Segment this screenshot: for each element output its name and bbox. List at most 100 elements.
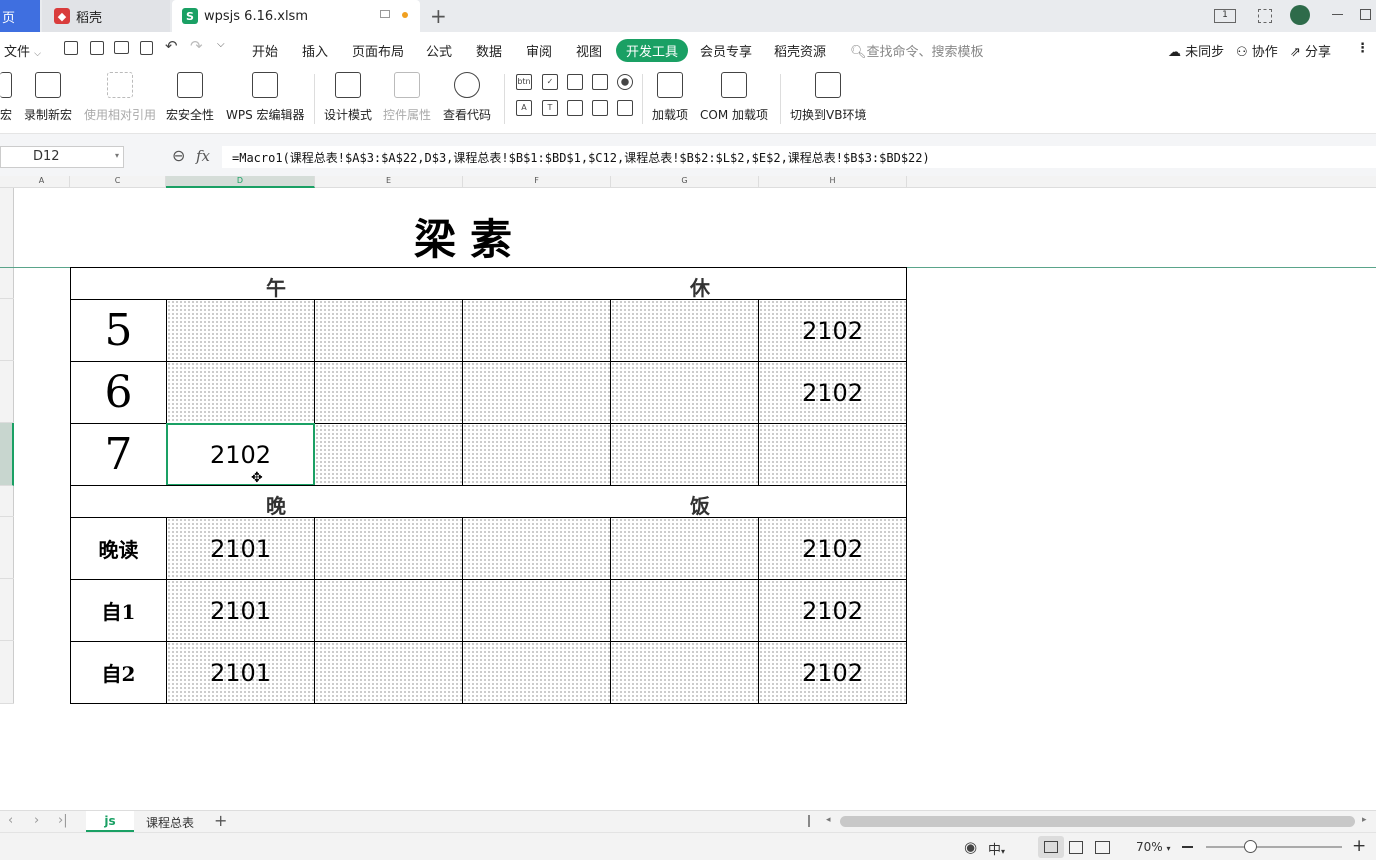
period-label-cell[interactable]: 自1 <box>70 579 167 642</box>
horizontal-scrollbar[interactable] <box>840 816 1355 827</box>
normal-view-button[interactable] <box>1038 836 1064 858</box>
table-cell[interactable] <box>314 641 463 704</box>
period-label-cell[interactable]: 晚读 <box>70 517 167 580</box>
table-cell[interactable] <box>314 517 463 580</box>
table-cell[interactable]: 2102 <box>758 517 907 580</box>
button-control-icon[interactable]: btn <box>516 74 532 90</box>
scroll-left-icon[interactable]: ◂ <box>826 815 831 825</box>
row-header[interactable] <box>0 517 14 579</box>
next-sheet-icon[interactable]: › <box>34 813 39 828</box>
zoom-slider-track[interactable] <box>1206 846 1342 848</box>
table-cell[interactable]: 2102 <box>758 641 907 704</box>
noon-break-row[interactable] <box>70 267 907 300</box>
sheet-tab-js[interactable]: js <box>86 811 134 832</box>
zoom-out-icon[interactable] <box>1182 846 1193 848</box>
menu-view[interactable]: 视图 <box>576 41 602 60</box>
relative-reference-button[interactable]: 使用相对引用 <box>84 72 156 123</box>
macro-button[interactable]: 宏 <box>0 72 12 123</box>
table-cell[interactable] <box>166 299 315 362</box>
print-preview-icon[interactable] <box>140 41 153 55</box>
table-cell[interactable] <box>610 361 759 424</box>
menu-formulas[interactable]: 公式 <box>426 41 452 60</box>
table-cell[interactable] <box>610 579 759 642</box>
save-icon[interactable] <box>64 41 78 55</box>
control-properties-button[interactable]: 控件属性 <box>383 72 431 123</box>
addins-button[interactable]: 加载项 <box>652 72 688 123</box>
add-sheet-button[interactable]: + <box>214 811 227 830</box>
table-cell[interactable] <box>462 423 611 486</box>
table-cell[interactable] <box>462 517 611 580</box>
tab-daoke[interactable]: ◆ 稻壳 <box>42 0 170 32</box>
menu-file[interactable]: 文件 ⌵ <box>4 41 41 60</box>
menu-home[interactable]: 开始 <box>252 41 278 60</box>
split-handle[interactable] <box>808 815 810 827</box>
table-cell[interactable] <box>314 579 463 642</box>
com-addins-button[interactable]: COM 加载项 <box>700 72 768 123</box>
column-header-e[interactable]: E <box>315 176 463 188</box>
column-header-a[interactable]: A <box>14 176 70 188</box>
menu-data[interactable]: 数据 <box>476 41 502 60</box>
export-icon[interactable] <box>90 41 104 55</box>
redo-icon[interactable]: ↷ <box>190 37 203 55</box>
new-tab-button[interactable]: + <box>430 4 447 28</box>
combobox-control-icon[interactable] <box>567 74 583 90</box>
page-break-view-icon[interactable] <box>1095 841 1110 854</box>
prev-sheet-icon[interactable]: ‹ <box>8 813 13 828</box>
listbox-control-icon[interactable] <box>592 74 608 90</box>
table-cell[interactable] <box>166 361 315 424</box>
table-cell[interactable]: 2102 <box>758 361 907 424</box>
table-cell[interactable] <box>462 579 611 642</box>
column-header-h[interactable]: H <box>759 176 907 188</box>
name-box[interactable]: D12 ▾ <box>0 146 124 168</box>
monitor-icon[interactable] <box>380 10 390 18</box>
menu-developer[interactable]: 开发工具 <box>616 39 689 62</box>
dinner-break-row[interactable] <box>70 485 907 518</box>
menu-member[interactable]: 会员专享 <box>700 41 752 60</box>
row-header[interactable] <box>0 486 14 517</box>
image-control-icon[interactable] <box>567 100 583 116</box>
table-cell[interactable] <box>610 517 759 580</box>
wps-macro-editor-button[interactable]: WPS 宏编辑器 <box>226 72 305 123</box>
avatar[interactable] <box>1290 5 1310 25</box>
spin-control-icon[interactable] <box>617 100 633 116</box>
radio-control-icon[interactable] <box>617 74 633 90</box>
restore-icon[interactable] <box>1360 9 1371 20</box>
menu-insert[interactable]: 插入 <box>302 41 328 60</box>
row-header[interactable] <box>0 188 14 268</box>
design-mode-button[interactable]: 设计模式 <box>324 72 372 123</box>
switch-vb-button[interactable]: 切换到VB环境 <box>790 72 866 123</box>
page-count-icon[interactable]: 1 <box>1214 9 1236 23</box>
page-layout-view-icon[interactable] <box>1069 841 1083 854</box>
checkbox-control-icon[interactable]: ✓ <box>542 74 558 90</box>
table-cell[interactable] <box>610 641 759 704</box>
fx-button[interactable]: fx <box>196 147 210 165</box>
menu-daoke-resources[interactable]: 稻壳资源 <box>774 41 826 60</box>
command-search[interactable]: 🔍︎查找命令、搜索模板 <box>850 41 984 60</box>
table-cell[interactable]: 2101 <box>166 641 315 704</box>
zoom-formula-icon[interactable]: ⊖ <box>172 146 185 165</box>
scrollbar-control-icon[interactable] <box>592 100 608 116</box>
share-button[interactable]: ⇗ 分享 <box>1290 41 1331 60</box>
table-cell[interactable] <box>758 423 907 486</box>
collab-button[interactable]: ⚇ 协作 <box>1236 41 1278 60</box>
zoom-slider-thumb[interactable] <box>1244 840 1257 853</box>
table-cell[interactable] <box>314 361 463 424</box>
print-icon[interactable] <box>114 41 129 54</box>
table-cell[interactable] <box>462 299 611 362</box>
table-cell[interactable] <box>462 361 611 424</box>
row-header[interactable] <box>0 268 14 299</box>
column-header-c[interactable]: C <box>70 176 166 188</box>
ime-indicator[interactable]: 中▾ <box>988 839 1005 858</box>
more-options-icon[interactable]: ⋮ <box>1356 41 1369 56</box>
row-header[interactable] <box>0 361 14 423</box>
row-header[interactable] <box>0 579 14 641</box>
apps-grid-icon[interactable] <box>1258 9 1272 23</box>
label-control-icon[interactable]: A <box>516 100 532 116</box>
last-sheet-icon[interactable]: ›| <box>58 813 68 828</box>
table-cell[interactable]: 2102 <box>758 579 907 642</box>
table-cell[interactable] <box>462 641 611 704</box>
sheet-title[interactable]: 梁素 <box>414 206 526 267</box>
tab-file[interactable]: S wpsjs 6.16.xlsm <box>172 0 420 32</box>
table-cell[interactable]: 2101 <box>166 579 315 642</box>
undo-icon[interactable]: ↶ <box>165 37 178 55</box>
